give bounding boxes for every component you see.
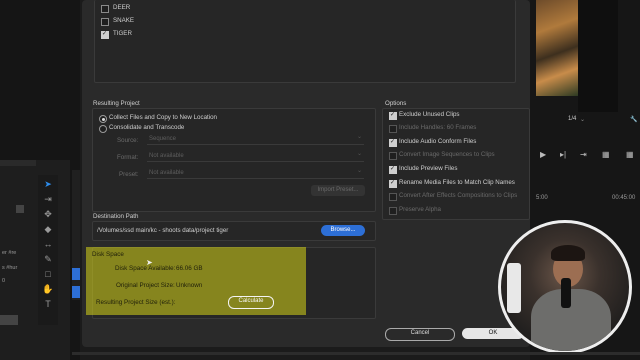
wrench-icon[interactable]: 🔧 (630, 116, 637, 123)
chevron-down-icon[interactable]: ⌄ (580, 116, 585, 123)
disk-space-title: Disk Space (92, 251, 124, 258)
option-checkbox-rename-media[interactable] (389, 179, 397, 188)
format-label: Format: (117, 154, 139, 161)
resulting-size-label: Resulting Project Size (est.): (96, 299, 176, 306)
disk-space-highlight: Disk Space Disk Space Available: 66.06 G… (86, 247, 306, 315)
project-panel: er #re s #hur 0 (0, 160, 70, 360)
monitor-blank (578, 0, 618, 112)
razor-icon[interactable]: ◆ (41, 223, 55, 235)
step-forward-icon[interactable]: ▸| (560, 150, 566, 159)
compare-icon[interactable]: ▦ (626, 150, 634, 159)
pen-icon[interactable]: ✎ (41, 253, 55, 265)
destination-title: Destination Path (93, 213, 139, 220)
option-label-rename-media: Rename Media Files to Match Clip Names (399, 179, 515, 186)
disk-available-value: 66.06 GB (176, 265, 203, 272)
option-checkbox-after-effects[interactable] (389, 193, 397, 201)
export-frame-icon[interactable]: ▦ (602, 150, 610, 159)
option-label-include-handles: Include Handles: 60 Frames (399, 124, 477, 131)
side-text-zero: 0 (2, 278, 6, 284)
side-text-1: er #re (2, 250, 17, 256)
original-size-label: Original Project Size: (116, 282, 175, 289)
source-label: Source: (117, 137, 139, 144)
option-checkbox-image-sequences[interactable] (389, 152, 397, 160)
side-text-2: s #hur (2, 265, 18, 271)
ring-light (507, 263, 521, 313)
option-label-audio-conform: Include Audio Conform Files (399, 138, 477, 145)
cancel-button[interactable]: Cancel (385, 328, 455, 341)
clip-checkbox-tiger[interactable] (101, 30, 109, 39)
option-label-image-sequences: Convert Image Sequences to Clips (399, 151, 495, 158)
destination-path: /Volumes/ssd main/kc - shoots data/proje… (97, 227, 229, 234)
options-box: Exclude Unused Clips Include Handles: 60… (382, 108, 530, 220)
page-indicator: 1/4 (568, 116, 577, 122)
presenter-hair (551, 245, 585, 261)
play-icon[interactable]: ▶ (540, 150, 546, 159)
hand-icon[interactable]: ✋ (41, 283, 55, 295)
timecode-2: 00:45:00 (612, 195, 636, 201)
selection-tool-icon[interactable]: ➤ (41, 178, 55, 190)
source-select[interactable]: Sequence (147, 133, 364, 145)
radio-collect-label: Collect Files and Copy to New Location (109, 114, 217, 121)
preset-select[interactable]: Not available (147, 167, 364, 179)
track-target-icon[interactable] (72, 268, 80, 280)
track-target-icon[interactable] (72, 286, 80, 298)
sequence-list: DEER SNAKE TIGER (94, 0, 516, 83)
preset-label: Preset: (119, 171, 139, 178)
option-label-preserve-alpha: Preserve Alpha (399, 206, 441, 213)
clip-label-snake: SNAKE (113, 17, 134, 24)
original-size-value: Unknown (176, 282, 203, 289)
panel-tab-strip (0, 160, 36, 166)
browse-button[interactable]: Browse... (321, 225, 365, 236)
timeline-scrollbar[interactable] (72, 352, 640, 355)
mouse-cursor-icon: ➤ (146, 258, 153, 267)
timeline-edge (72, 170, 80, 300)
clip-checkbox-snake[interactable] (101, 18, 109, 26)
import-preset-button[interactable]: Import Preset... (311, 185, 365, 196)
clip-label-tiger: TIGER (113, 30, 132, 37)
option-checkbox-exclude-unused[interactable] (389, 111, 397, 120)
radio-consolidate-label: Consolidate and Transcode (109, 124, 185, 131)
option-label-exclude-unused: Exclude Unused Clips (399, 111, 460, 118)
radio-consolidate[interactable] (99, 125, 107, 133)
track-select-icon[interactable]: ⇥ (41, 193, 55, 205)
option-label-after-effects: Convert After Effects Compositions to Cl… (399, 192, 518, 199)
timecode-1: 5:00 (536, 195, 548, 201)
tiger-thumbnail (536, 0, 578, 96)
resulting-project-title: Resulting Project (93, 100, 140, 107)
destination-box: /Volumes/ssd main/kc - shoots data/proje… (92, 221, 376, 241)
radio-collect-files[interactable] (99, 115, 107, 123)
calculate-button[interactable]: Calculate (228, 296, 274, 309)
microphone (561, 278, 571, 308)
insert-icon[interactable]: ⇥ (580, 150, 587, 159)
folder-icon[interactable] (16, 205, 24, 213)
webcam-overlay (498, 220, 632, 354)
ripple-edit-icon[interactable]: ✥ (41, 208, 55, 220)
scroll-thumb[interactable] (0, 315, 18, 325)
format-select[interactable]: Not available (147, 150, 364, 162)
option-checkbox-audio-conform[interactable] (389, 138, 397, 147)
clip-checkbox-deer[interactable] (101, 5, 109, 13)
clip-label-deer: DEER (113, 4, 131, 11)
option-checkbox-preview-files[interactable] (389, 165, 397, 174)
slip-icon[interactable]: ↔ (41, 238, 55, 250)
option-checkbox-include-handles[interactable] (389, 125, 397, 133)
rectangle-icon[interactable]: □ (41, 268, 55, 280)
option-label-preview-files: Include Preview Files (399, 165, 458, 172)
options-title: Options (385, 100, 407, 107)
type-icon[interactable]: T (41, 298, 55, 310)
option-checkbox-preserve-alpha[interactable] (389, 207, 397, 215)
resulting-project-box: Collect Files and Copy to New Location C… (92, 108, 376, 212)
tools-panel: ➤ ⇥ ✥ ◆ ↔ ✎ □ ✋ T (38, 175, 58, 325)
presenter-body (531, 289, 611, 351)
